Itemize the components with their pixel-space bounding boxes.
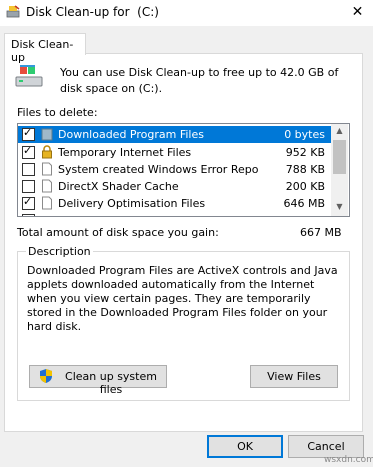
list-item[interactable] bbox=[18, 212, 331, 216]
close-button[interactable]: ✕ bbox=[342, 0, 373, 26]
scroll-up-icon[interactable]: ▲ bbox=[331, 124, 348, 138]
scroll-thumb[interactable] bbox=[333, 140, 346, 174]
files-list[interactable]: Downloaded Program Files 0 bytes Tempora… bbox=[17, 123, 350, 217]
item-size: 952 KB bbox=[285, 146, 325, 159]
file-icon bbox=[42, 162, 52, 176]
checkbox[interactable] bbox=[22, 195, 35, 210]
item-name: System created Windows Error Reporti... bbox=[58, 163, 258, 176]
tab-disk-cleanup[interactable]: Disk Clean-up bbox=[4, 33, 86, 64]
item-name: DirectX Shader Cache bbox=[58, 180, 179, 193]
total-gain-label: Total amount of disk space you gain: bbox=[17, 226, 219, 239]
button-label: View Files bbox=[267, 370, 321, 383]
file-icon bbox=[42, 179, 52, 193]
button-label: Cancel bbox=[307, 440, 345, 453]
item-name: Downloaded Program Files bbox=[58, 128, 204, 141]
description-text: Downloaded Program Files are ActiveX con… bbox=[27, 264, 338, 333]
uac-shield-icon bbox=[40, 369, 52, 383]
drive-icon bbox=[15, 65, 43, 87]
item-size: 788 KB bbox=[285, 163, 325, 176]
file-icon bbox=[42, 196, 52, 210]
list-item[interactable]: Temporary Internet Files 952 KB bbox=[18, 144, 331, 161]
item-name: Delivery Optimisation Files bbox=[58, 197, 206, 210]
scroll-down-icon[interactable]: ▼ bbox=[331, 200, 348, 214]
checkbox[interactable] bbox=[22, 163, 35, 176]
watermark: wsxdn.com bbox=[324, 455, 373, 465]
lock-icon bbox=[42, 145, 52, 159]
checkbox[interactable] bbox=[22, 214, 35, 216]
checkbox[interactable] bbox=[22, 126, 35, 141]
list-item[interactable]: DirectX Shader Cache 200 KB bbox=[18, 178, 331, 195]
list-item[interactable]: Delivery Optimisation Files 646 MB bbox=[18, 195, 331, 212]
tab-label: Disk Clean-up bbox=[11, 38, 74, 64]
item-size: 0 bytes bbox=[284, 128, 325, 141]
view-files-button[interactable]: View Files bbox=[250, 365, 338, 388]
title-bar: Disk Clean-up for (C:) ✕ bbox=[0, 0, 373, 26]
ok-button[interactable]: OK bbox=[207, 435, 283, 458]
files-to-delete-label: Files to delete: bbox=[17, 106, 98, 119]
list-item[interactable]: System created Windows Error Reporti... … bbox=[18, 161, 331, 178]
list-item[interactable]: Downloaded Program Files 0 bytes bbox=[18, 126, 331, 143]
checkbox[interactable] bbox=[22, 180, 35, 193]
folder-icon bbox=[41, 128, 53, 141]
checkbox[interactable] bbox=[22, 144, 35, 159]
item-name: Temporary Internet Files bbox=[58, 146, 192, 159]
disk-cleanup-app-icon bbox=[6, 5, 20, 18]
intro-text: You can use Disk Clean-up to free up to … bbox=[60, 66, 339, 95]
total-gain-value: 667 MB bbox=[300, 226, 342, 239]
item-size: 200 KB bbox=[285, 180, 325, 193]
description-title: Description bbox=[26, 245, 93, 258]
clean-up-system-files-button[interactable]: Clean up system files bbox=[29, 365, 167, 396]
window-title: Disk Clean-up for (C:) bbox=[26, 5, 159, 19]
button-label: Clean up system files bbox=[65, 370, 157, 396]
item-size: 646 MB bbox=[283, 197, 325, 210]
button-label: OK bbox=[237, 440, 253, 453]
list-scrollbar[interactable]: ▲ ▼ bbox=[331, 124, 348, 216]
